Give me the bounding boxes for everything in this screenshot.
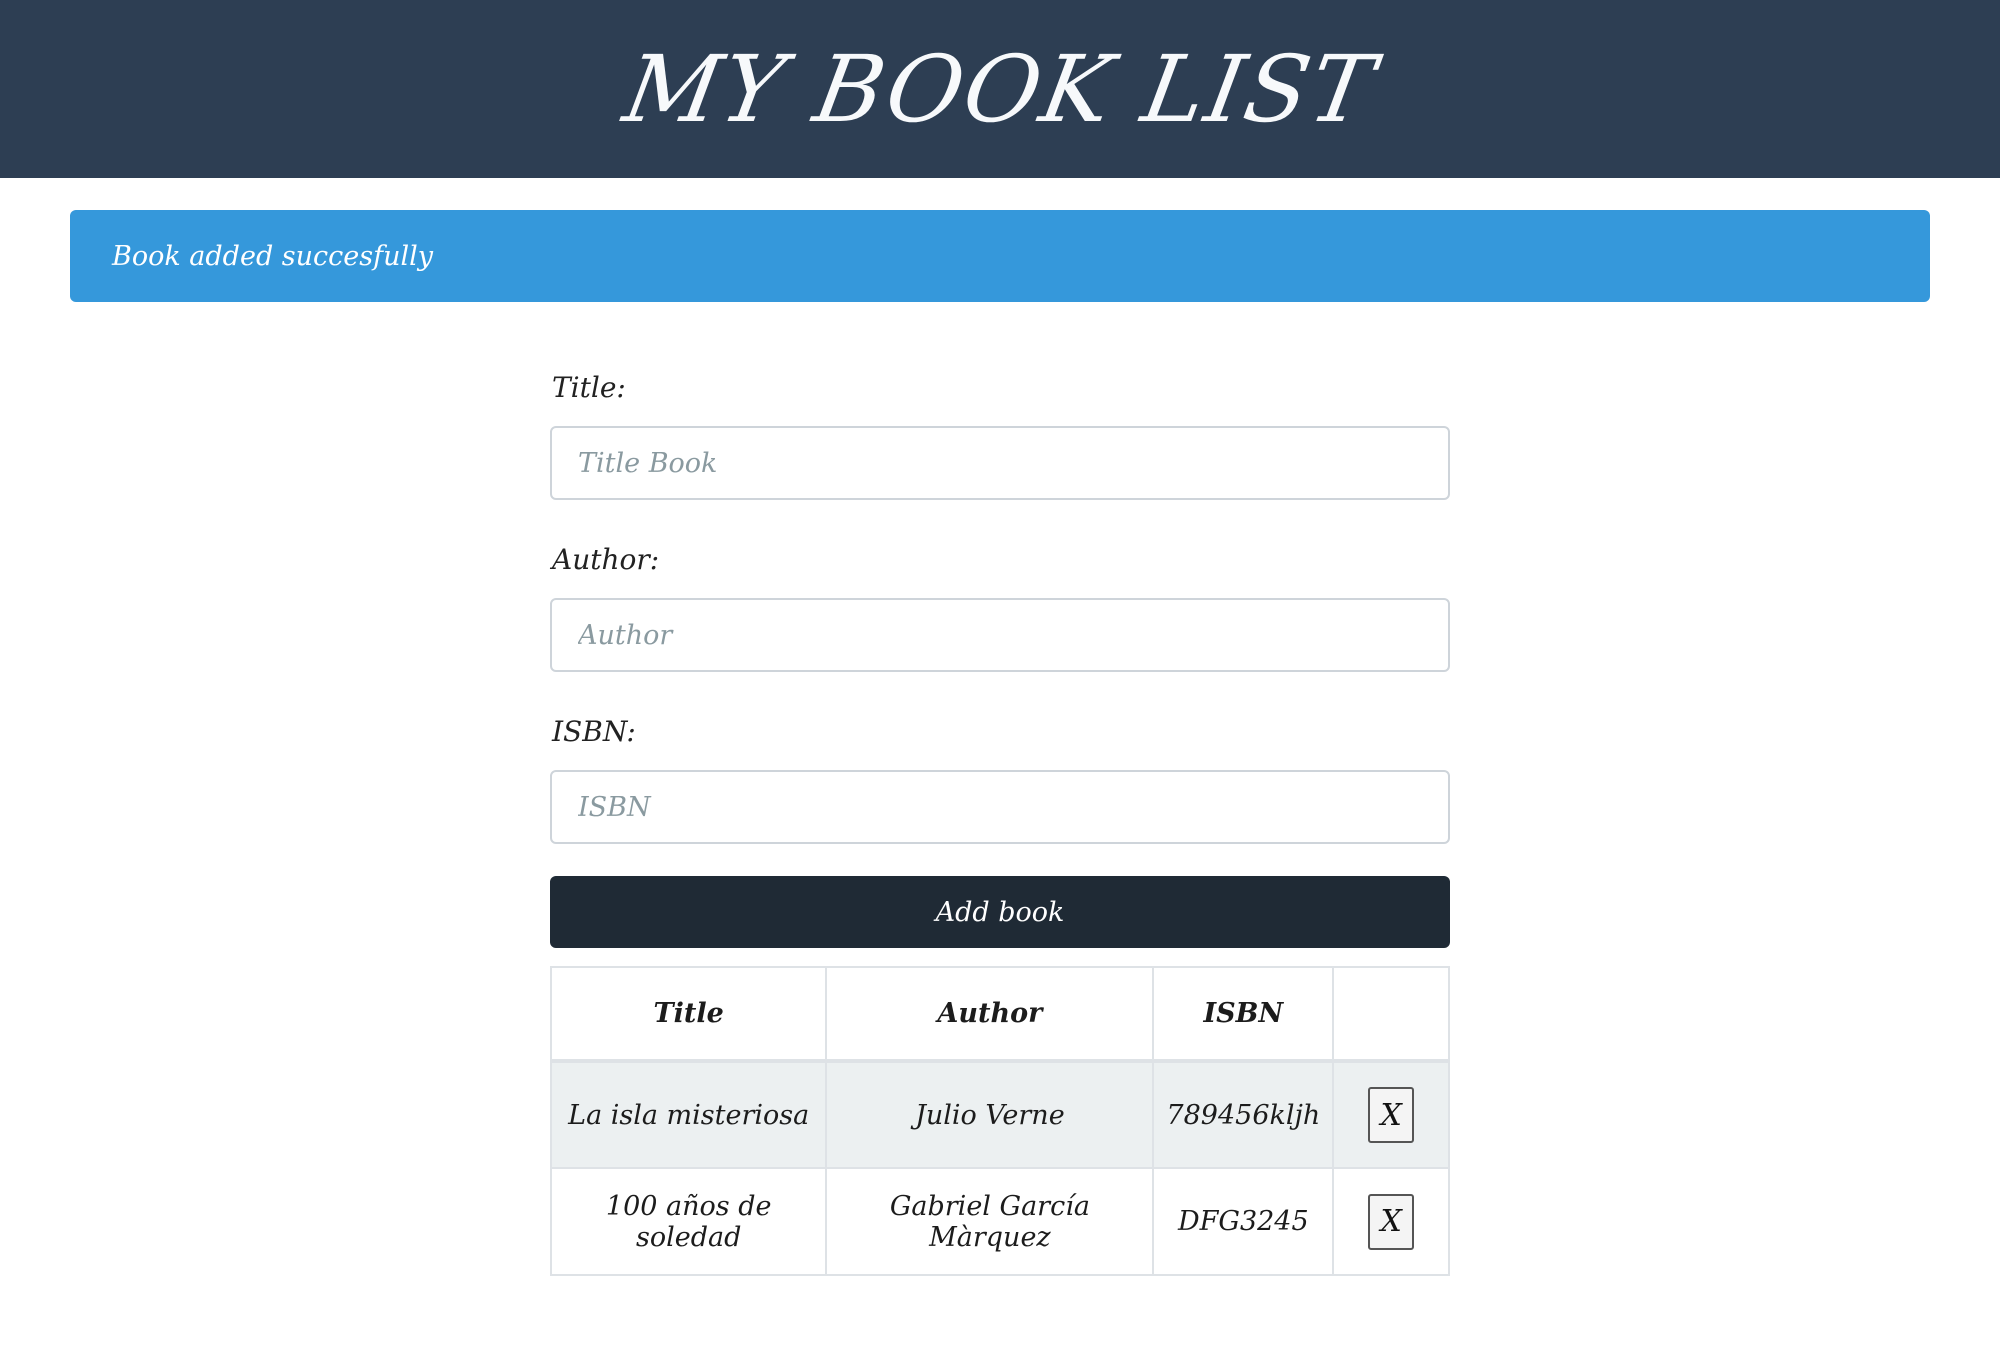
cell-author: Julio Verne: [825, 1060, 1155, 1169]
cell-title: La isla misteriosa: [549, 1060, 828, 1169]
page-title: MY BOOK LIST: [616, 35, 1384, 143]
app-header: MY BOOK LIST: [0, 0, 2000, 178]
cell-title: 100 años de soledad: [549, 1167, 828, 1276]
success-alert: Book added succesfully: [70, 210, 1930, 302]
table-row: 100 años de soledad Gabriel García Màrqu…: [549, 1167, 1450, 1276]
add-book-button[interactable]: Add book: [550, 876, 1450, 948]
cell-isbn: DFG3245: [1152, 1167, 1335, 1276]
book-form: Title: Author: ISBN: Add book: [550, 360, 1450, 948]
column-header-title: Title: [549, 966, 828, 1062]
isbn-label: ISBN:: [552, 715, 636, 748]
isbn-input[interactable]: [550, 770, 1450, 844]
cell-author: Gabriel García Màrquez: [825, 1167, 1155, 1276]
alert-message: Book added succesfully: [112, 240, 434, 272]
table-header: Title Author ISBN: [549, 966, 1450, 1062]
book-table: Title Author ISBN La isla misteriosa Jul…: [549, 966, 1450, 1276]
cell-action: X: [1332, 1060, 1450, 1169]
title-label: Title:: [552, 371, 626, 404]
column-header-action: [1332, 966, 1450, 1062]
column-header-isbn: ISBN: [1152, 966, 1335, 1062]
author-label: Author:: [552, 543, 660, 576]
column-header-author: Author: [825, 966, 1155, 1062]
cell-isbn: 789456kljh: [1152, 1060, 1335, 1169]
table-row: La isla misteriosa Julio Verne 789456klj…: [549, 1060, 1450, 1169]
cell-action: X: [1332, 1167, 1450, 1276]
title-input[interactable]: [550, 426, 1450, 500]
delete-book-button[interactable]: X: [1368, 1087, 1415, 1143]
delete-book-button[interactable]: X: [1368, 1193, 1415, 1250]
author-input[interactable]: [550, 598, 1450, 672]
